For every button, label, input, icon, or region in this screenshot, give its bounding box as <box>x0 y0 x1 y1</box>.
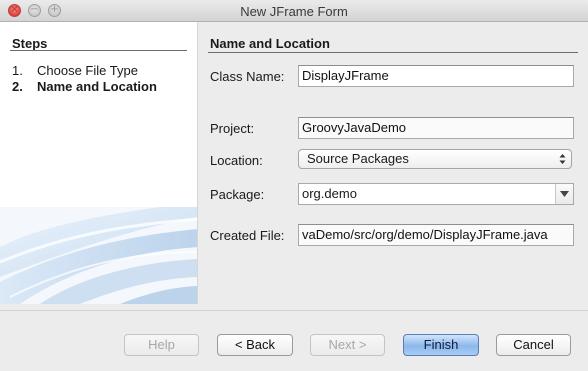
next-button[interactable]: Next > <box>310 334 385 356</box>
created-file-field: vaDemo/src/org/demo/DisplayJFrame.java <box>298 224 574 246</box>
step-number: 2. <box>12 79 23 94</box>
class-name-label: Class Name: <box>210 69 285 84</box>
wizard-decoration-graphic <box>0 207 197 304</box>
title-bar: × − + New JFrame Form <box>0 0 588 22</box>
steps-panel: Steps 1. Choose File Type 2. Name and Loca… <box>0 22 198 304</box>
section-title: Name and Location <box>210 36 330 51</box>
footer-divider <box>0 310 588 311</box>
step-label: Choose File Type <box>37 63 138 78</box>
updown-arrows-icon <box>559 154 566 164</box>
package-label: Package: <box>210 187 265 202</box>
project-label: Project: <box>210 121 255 136</box>
window-title: New JFrame Form <box>240 4 348 19</box>
help-button[interactable]: Help <box>124 334 199 356</box>
chevron-down-icon <box>560 191 569 197</box>
location-select[interactable]: Source Packages <box>298 149 572 169</box>
steps-heading: Steps <box>12 36 48 51</box>
finish-button[interactable]: Finish <box>403 334 479 356</box>
package-dropdown-button[interactable] <box>555 184 573 204</box>
location-label: Location: <box>210 153 263 168</box>
package-combobox[interactable]: org.demo <box>298 183 574 205</box>
cancel-button[interactable]: Cancel <box>496 334 571 356</box>
step-label: Name and Location <box>37 79 157 94</box>
location-select-value: Source Packages <box>307 151 409 166</box>
dialog-window: × − + New JFrame Form Steps 1. Choose Fil… <box>0 0 588 371</box>
steps-divider <box>10 50 187 51</box>
section-divider <box>208 52 578 53</box>
step-number: 1. <box>12 63 23 78</box>
step-choose-file-type: 1. Choose File Type <box>12 63 138 78</box>
step-name-and-location: 2. Name and Location <box>12 79 157 94</box>
package-combobox-value: org.demo <box>302 186 357 201</box>
back-button[interactable]: < Back <box>217 334 293 356</box>
class-name-input[interactable]: DisplayJFrame <box>298 65 574 87</box>
project-field: GroovyJavaDemo <box>298 117 574 139</box>
created-file-label: Created File: <box>210 228 285 243</box>
